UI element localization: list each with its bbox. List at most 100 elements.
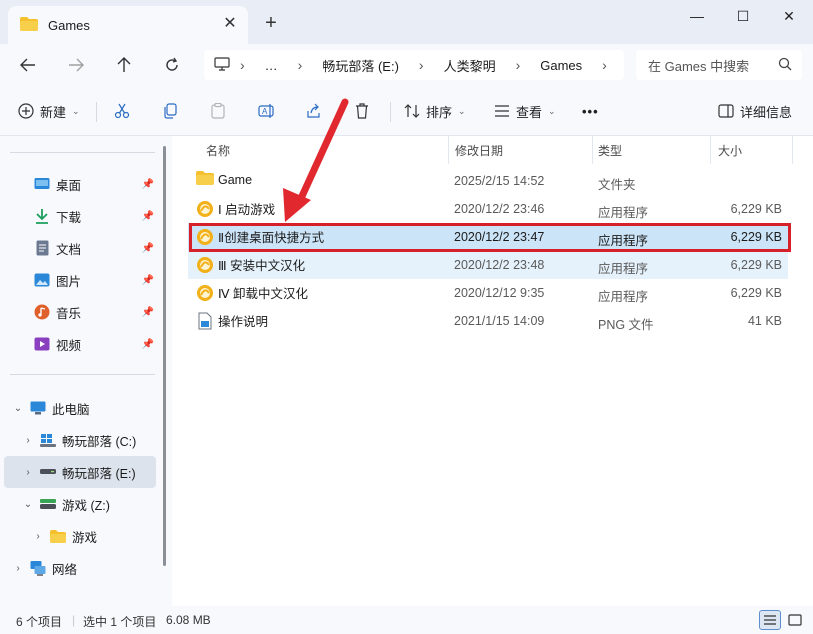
chevron-right-icon[interactable]: › — [10, 563, 26, 574]
close-window-button[interactable]: ✕ — [766, 0, 812, 32]
details-view-button[interactable] — [759, 610, 781, 630]
desktop-icon — [34, 176, 50, 192]
selected-size: 6.08 MB — [166, 613, 211, 627]
sidebar-item-music[interactable]: 音乐 📌 — [0, 296, 158, 328]
chevron-down-icon: ⌄ — [548, 105, 556, 116]
close-tab-button[interactable]: ✕ — [222, 16, 238, 32]
chevron-down-icon: ⌄ — [458, 105, 466, 116]
details-pane-icon — [718, 104, 734, 118]
clipboard-icon — [211, 103, 225, 119]
drive-icon — [40, 464, 56, 480]
share-button[interactable] — [306, 100, 322, 122]
more-options-button[interactable]: ••• — [582, 100, 599, 122]
view-button[interactable]: 查看 ⌄ — [494, 100, 556, 122]
sidebar-item-documents[interactable]: 文档 📌 — [0, 232, 158, 264]
sidebar-item-downloads[interactable]: 下载 📌 — [0, 200, 158, 232]
title-bar: Games ✕ + — ☐ ✕ — [0, 0, 813, 44]
sidebar-item-network[interactable]: › 网络 — [0, 552, 158, 584]
sidebar-item-label: 桌面 — [56, 178, 82, 193]
sidebar-item-label: 文档 — [56, 242, 82, 257]
folder-icon — [196, 171, 214, 189]
column-divider[interactable] — [710, 136, 711, 164]
pictures-icon — [34, 272, 50, 288]
paste-button[interactable] — [210, 100, 226, 122]
address-bar[interactable]: › … › 畅玩部落 (E:) › 人类黎明 › Games › — [204, 50, 624, 80]
sidebar-item-label: 畅玩部落 (E:) — [62, 466, 136, 481]
file-type: PNG 文件 — [598, 318, 654, 332]
file-row-instructions[interactable]: 操作说明 2021/1/15 14:09 PNG 文件 41 KB — [188, 307, 788, 335]
sidebar-item-label: 图片 — [56, 274, 82, 289]
search-box[interactable]: 在 Games 中搜索 — [636, 50, 802, 80]
sidebar-item-drive-c[interactable]: › 畅玩部落 (C:) — [0, 424, 158, 456]
cut-button[interactable] — [114, 100, 130, 122]
refresh-button[interactable] — [158, 52, 186, 78]
sidebar-item-label: 游戏 (Z:) — [62, 498, 110, 513]
app-icon — [196, 228, 214, 246]
file-row-uninstall-chinese[interactable]: Ⅳ 卸载中文汉化 2020/12/12 9:35 应用程序 6,229 KB — [188, 279, 788, 307]
item-count: 6 个项目 — [16, 615, 63, 629]
column-divider[interactable] — [448, 136, 449, 164]
chevron-down-icon[interactable]: ⌄ — [10, 403, 26, 414]
file-row-install-chinese[interactable]: Ⅲ 安装中文汉化 2020/12/2 23:48 应用程序 6,229 KB — [188, 251, 788, 279]
file-type: 应用程序 — [598, 290, 649, 304]
sidebar-item-label: 此电脑 — [52, 402, 90, 417]
file-row-game-folder[interactable]: Game 2025/2/15 14:52 文件夹 — [188, 167, 788, 195]
column-header-size[interactable]: 大小 — [718, 142, 742, 159]
file-row-launch-game[interactable]: Ⅰ 启动游戏 2020/12/2 23:46 应用程序 6,229 KB — [188, 195, 788, 223]
tab-games[interactable]: Games ✕ — [8, 6, 248, 44]
minimize-button[interactable]: — — [674, 0, 720, 32]
sidebar-item-this-pc[interactable]: ⌄ 此电脑 — [0, 392, 158, 424]
file-name: Game — [218, 173, 253, 187]
back-button[interactable] — [14, 52, 42, 78]
chevron-right-icon[interactable]: › — [20, 435, 36, 446]
breadcrumb-ellipsis[interactable]: … — [265, 58, 278, 73]
file-date: 2021/1/15 14:09 — [454, 314, 545, 328]
column-divider[interactable] — [792, 136, 793, 164]
sidebar-scrollbar[interactable] — [163, 146, 166, 566]
folder-icon — [20, 16, 38, 34]
new-tab-button[interactable]: + — [260, 12, 282, 34]
pin-icon: 📌 — [141, 306, 154, 318]
sidebar-item-drive-e[interactable]: › 畅玩部落 (E:) — [4, 456, 156, 488]
file-name: Ⅳ 卸载中文汉化 — [218, 287, 309, 301]
chevron-right-icon[interactable]: › — [30, 531, 46, 542]
chevron-right-icon[interactable]: › — [20, 467, 36, 478]
file-row-create-shortcut[interactable]: Ⅱ创建桌面快捷方式 2020/12/2 23:47 应用程序 6,229 KB — [188, 223, 788, 251]
file-size: 6,229 KB — [730, 202, 782, 216]
search-placeholder: 在 Games 中搜索 — [648, 58, 750, 74]
file-date: 2020/12/2 23:46 — [454, 202, 545, 216]
details-pane-button[interactable]: 详细信息 — [718, 100, 792, 122]
rename-button[interactable]: A — [258, 100, 276, 122]
copy-button[interactable] — [162, 100, 178, 122]
new-button[interactable]: 新建 ⌄ — [18, 100, 80, 122]
document-icon — [34, 240, 50, 256]
sidebar-item-videos[interactable]: 视频 📌 — [0, 328, 158, 360]
sidebar-item-drive-z[interactable]: ⌄ 游戏 (Z:) — [0, 488, 158, 520]
delete-button[interactable] — [354, 100, 370, 122]
column-divider[interactable] — [592, 136, 593, 164]
breadcrumb-separator: › — [515, 57, 521, 73]
column-header-date[interactable]: 修改日期 — [455, 142, 503, 159]
up-button[interactable] — [110, 52, 138, 78]
file-name: Ⅰ 启动游戏 — [218, 203, 276, 217]
sidebar-item-pictures[interactable]: 图片 📌 — [0, 264, 158, 296]
sort-button[interactable]: 排序 ⌄ — [404, 100, 466, 122]
file-list: 名称 修改日期 类型 大小 Game 2025/2/15 14:52 文件夹 Ⅰ… — [172, 136, 813, 606]
forward-button[interactable] — [62, 52, 90, 78]
trash-icon — [356, 103, 368, 119]
file-name-cell: Game — [196, 171, 252, 189]
breadcrumb-games[interactable]: Games — [540, 58, 582, 73]
sidebar-item-label: 下载 — [56, 210, 82, 225]
sidebar-item-games-folder[interactable]: › 游戏 — [0, 520, 158, 552]
arrow-right-icon — [69, 58, 84, 72]
column-header-type[interactable]: 类型 — [598, 142, 622, 159]
tiles-view-button[interactable] — [784, 610, 806, 630]
sidebar-item-desktop[interactable]: 桌面 📌 — [0, 168, 158, 200]
divider — [390, 102, 391, 122]
maximize-button[interactable]: ☐ — [720, 0, 766, 32]
chevron-down-icon[interactable]: ⌄ — [20, 499, 36, 510]
breadcrumb-separator: › — [418, 57, 424, 73]
breadcrumb-drive-e[interactable]: 畅玩部落 (E:) — [322, 56, 399, 75]
column-header-name[interactable]: 名称 — [206, 142, 230, 159]
breadcrumb-renlei[interactable]: 人类黎明 — [444, 56, 496, 75]
